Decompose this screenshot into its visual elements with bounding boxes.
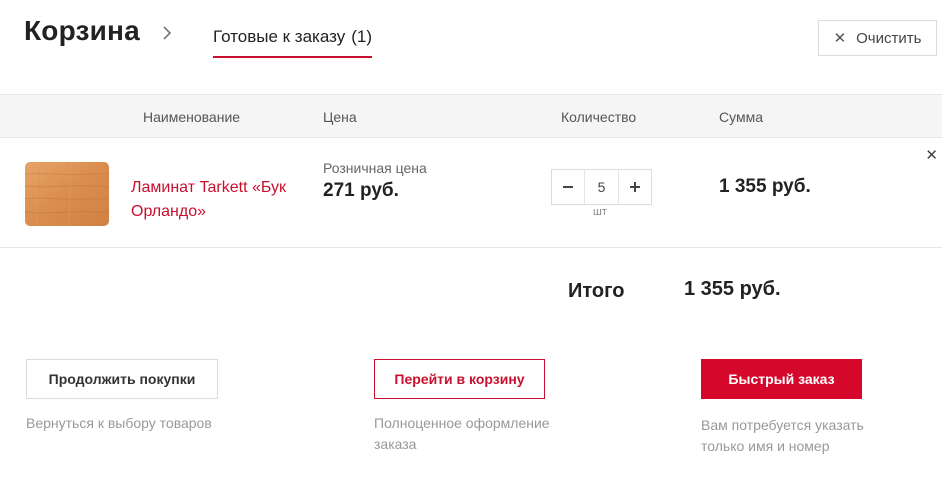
quantity-input[interactable] [584, 170, 619, 204]
page-title: Корзина [24, 15, 140, 46]
quick-order-button[interactable]: Быстрый заказ [701, 359, 862, 399]
continue-hint: Вернуться к выбору товаров [26, 415, 212, 431]
increase-quantity-button[interactable] [619, 170, 651, 204]
plus-icon [630, 182, 640, 192]
total-value: 1 355 руб. [684, 278, 781, 300]
tab-ready-to-order[interactable]: Готовые к заказу (1) [213, 27, 372, 58]
cart-item-row: Ламинат Tarkett «Бук Орландо» Розничная … [0, 138, 942, 248]
go-to-cart-button[interactable]: Перейти в корзину [374, 359, 545, 399]
product-image[interactable] [25, 162, 109, 226]
column-name: Наименование [143, 109, 241, 125]
price-label: Розничная цена [323, 160, 427, 176]
cart-header: Корзина Готовые к заказу (1) ✕ Очистить [0, 0, 942, 94]
clear-label: Очистить [856, 29, 922, 47]
close-icon: ✕ [833, 30, 847, 47]
remove-item-button[interactable]: ✕ [925, 146, 938, 164]
column-quantity: Количество [561, 109, 637, 125]
quick-order-hint: Вам потребуется указать только имя и ном… [701, 417, 864, 454]
minus-icon [563, 186, 573, 188]
product-name-link[interactable]: Ламинат Tarkett «Бук Орландо» [131, 176, 311, 224]
item-price: 271 руб. [323, 180, 399, 201]
item-sum: 1 355 руб. [719, 176, 811, 197]
tab-label: Готовые к заказу [213, 27, 346, 46]
cart-hint: Полноценное оформление заказа [374, 415, 550, 452]
column-sum: Сумма [719, 109, 763, 125]
table-header: Наименование Цена Количество Сумма [0, 94, 942, 138]
decrease-quantity-button[interactable] [552, 170, 584, 204]
chevron-right-icon[interactable] [160, 24, 174, 42]
clear-cart-button[interactable]: ✕ Очистить [818, 20, 937, 56]
tab-count: (1) [351, 27, 372, 46]
close-icon: ✕ [925, 147, 938, 164]
total-label: Итого [568, 280, 625, 302]
quantity-unit: шт [593, 206, 607, 218]
quantity-stepper [551, 169, 652, 205]
column-price: Цена [323, 109, 357, 125]
continue-shopping-button[interactable]: Продолжить покупки [26, 359, 218, 399]
